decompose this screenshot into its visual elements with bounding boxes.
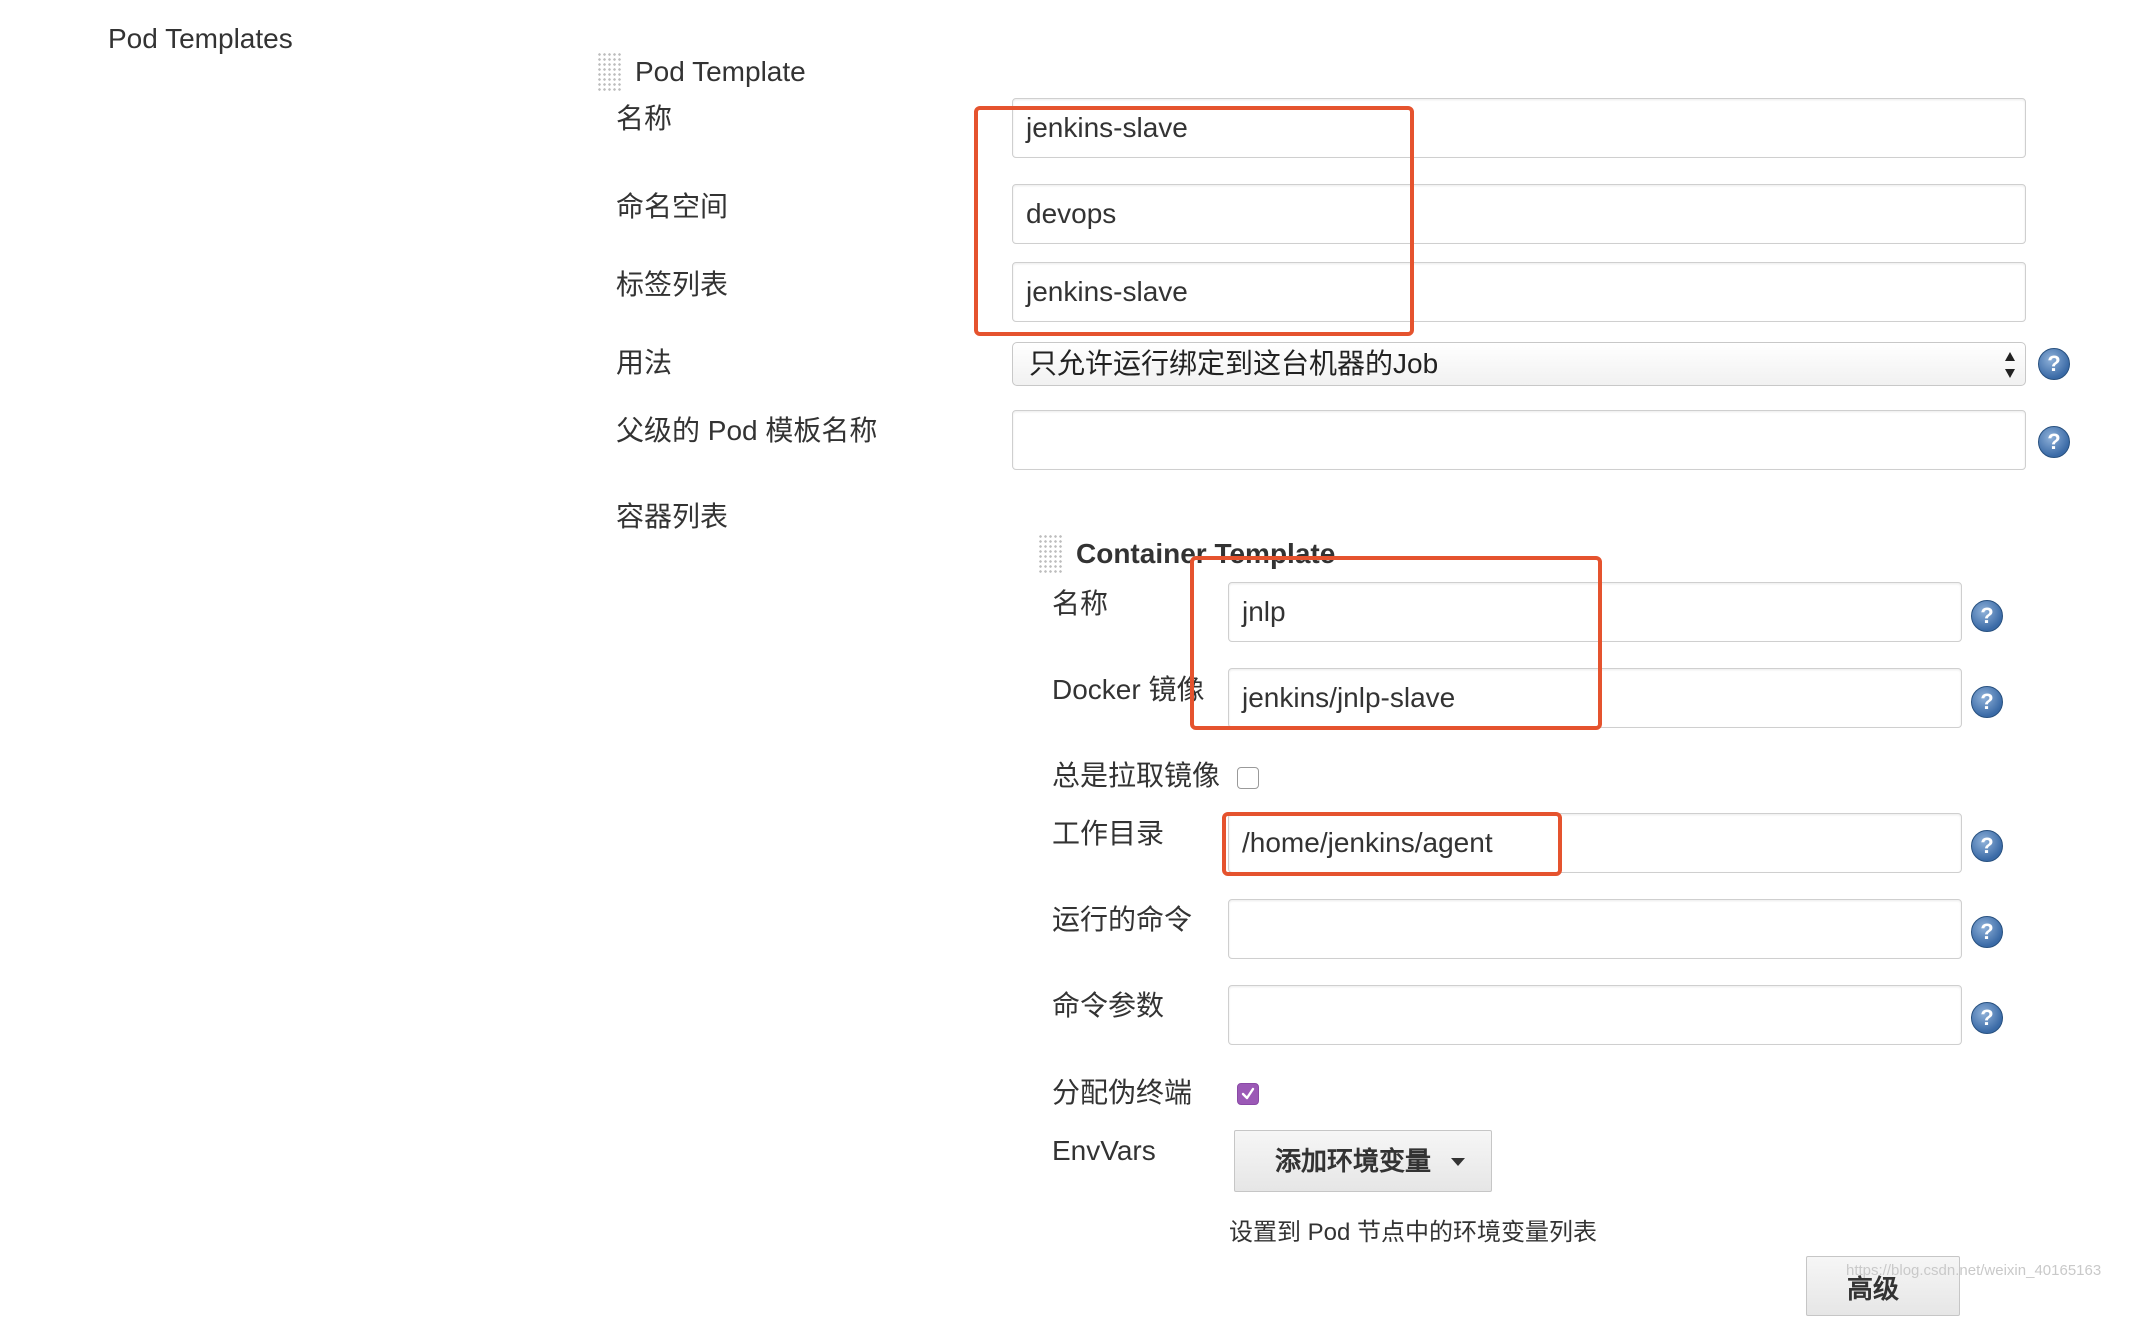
help-icon[interactable]: ? <box>1971 830 2003 862</box>
help-icon[interactable]: ? <box>1971 1002 2003 1034</box>
help-icon[interactable]: ? <box>1971 916 2003 948</box>
add-envvar-button[interactable]: 添加环境变量 <box>1234 1130 1492 1192</box>
add-envvar-button-label: 添加环境变量 <box>1275 1146 1432 1176</box>
containers-label: 容器列表 <box>616 501 729 532</box>
usage-select[interactable]: 只允许运行绑定到这台机器的Job <box>1012 342 2026 386</box>
command-label: 运行的命令 <box>1052 904 1193 935</box>
help-icon[interactable]: ? <box>1971 600 2003 632</box>
always-pull-checkbox[interactable] <box>1237 767 1259 789</box>
highlight-annotation <box>974 106 1414 336</box>
docker-image-label: Docker 镜像 <box>1052 674 1205 705</box>
pod-name-label: 名称 <box>616 103 673 134</box>
command-input[interactable] <box>1228 899 1962 959</box>
highlight-annotation <box>1222 812 1562 876</box>
watermark: https://blog.csdn.net/weixin_40165163 <box>1846 1262 2102 1279</box>
select-arrows-icon <box>2005 352 2015 378</box>
help-icon[interactable]: ? <box>2038 426 2070 458</box>
usage-selected-value: 只允许运行绑定到这台机器的Job <box>1029 348 1439 379</box>
caret-down-icon <box>1451 1158 1465 1166</box>
container-name-label: 名称 <box>1052 588 1109 619</box>
envvars-description: 设置到 Pod 节点中的环境变量列表 <box>1229 1219 1598 1246</box>
tty-label: 分配伪终端 <box>1052 1077 1193 1108</box>
labels-label: 标签列表 <box>616 269 729 300</box>
checkmark-icon <box>1241 1087 1255 1100</box>
args-input[interactable] <box>1228 985 1962 1045</box>
args-label: 命令参数 <box>1052 990 1165 1021</box>
pod-template-title: Pod Template <box>635 56 806 87</box>
tty-checkbox[interactable] <box>1237 1083 1259 1105</box>
working-dir-label: 工作目录 <box>1052 818 1165 849</box>
parent-template-label: 父级的 Pod 模板名称 <box>616 415 878 446</box>
envvars-label: EnvVars <box>1052 1135 1156 1166</box>
namespace-label: 命名空间 <box>616 191 729 222</box>
usage-label: 用法 <box>616 347 673 378</box>
section-label: Pod Templates <box>108 23 293 54</box>
drag-handle-icon[interactable] <box>1038 534 1062 574</box>
help-icon[interactable]: ? <box>1971 686 2003 718</box>
parent-template-input[interactable] <box>1012 410 2026 470</box>
always-pull-label: 总是拉取镜像 <box>1052 760 1221 791</box>
drag-handle-icon[interactable] <box>597 52 621 92</box>
highlight-annotation <box>1190 556 1602 730</box>
help-icon[interactable]: ? <box>2038 348 2070 380</box>
